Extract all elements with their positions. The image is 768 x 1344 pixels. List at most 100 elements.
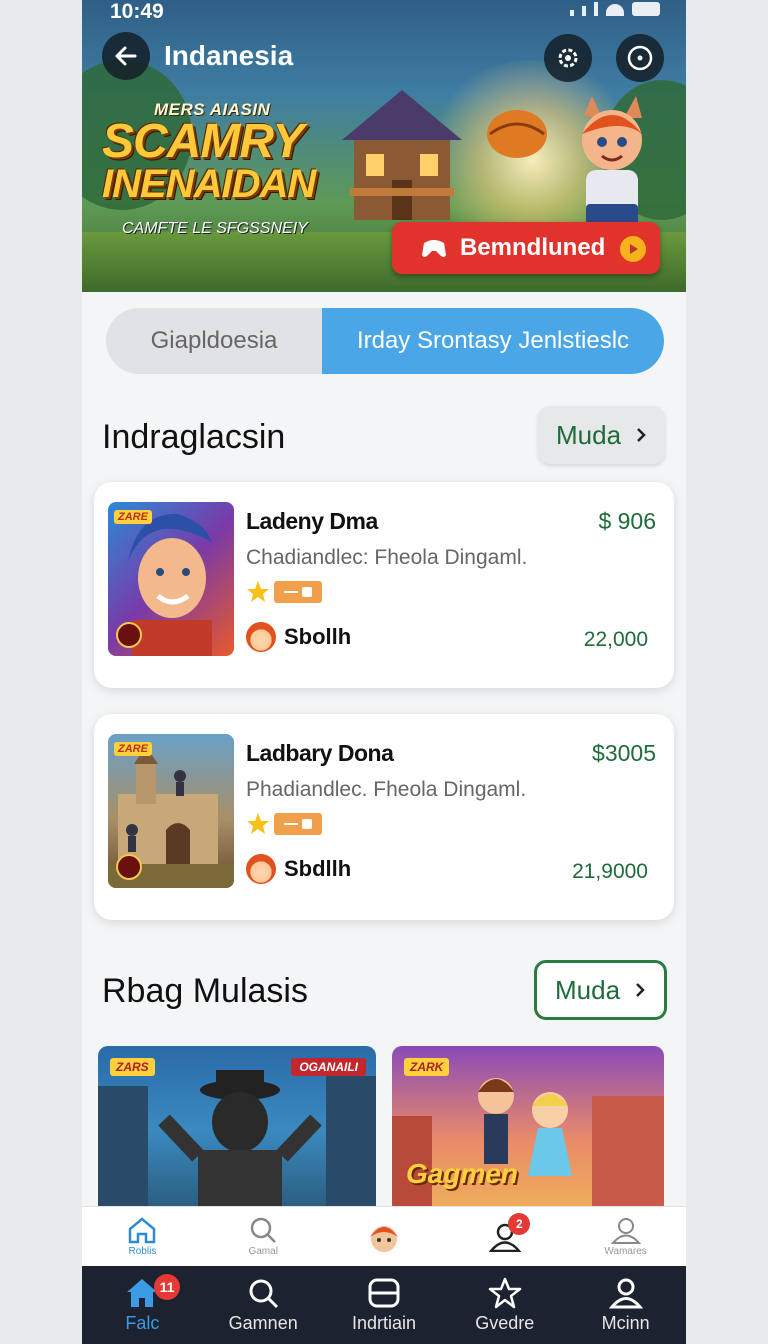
seller-name: Sbdllh: [284, 856, 352, 881]
battery-icon: [632, 2, 660, 16]
wifi-icon: [606, 4, 624, 16]
section-title: Indraglacsin: [102, 418, 286, 456]
nav-item-gamal[interactable]: Gamal: [203, 1207, 324, 1266]
nav-item-falc[interactable]: Falc 11: [82, 1266, 203, 1344]
page-title: Indanesia: [164, 40, 294, 71]
tab-giapldoesia[interactable]: Giapldoesia: [106, 308, 322, 374]
game-thumbnail: ZARE: [108, 734, 234, 888]
download-button-label: Bemndluned: [460, 234, 606, 261]
back-button[interactable]: [102, 32, 150, 80]
game-tag: ZARK: [404, 1058, 450, 1076]
logo-text: INENAIDAN: [102, 162, 316, 206]
signal-icon: [582, 6, 586, 16]
category-badge-icon: [274, 581, 322, 603]
avatar: [246, 622, 276, 652]
game-tag: ZARS: [110, 1058, 155, 1076]
nav-label: Indrtiain: [351, 1312, 417, 1333]
search-icon: [250, 1217, 277, 1243]
more-options-button[interactable]: [616, 34, 664, 82]
logo-text: SCAMRY: [102, 115, 304, 168]
nav-item-indrtiain[interactable]: Indrtiain: [324, 1266, 445, 1344]
star-icon: [488, 1277, 522, 1308]
nav-label: Gvedre: [475, 1312, 535, 1333]
status-icons: [570, 2, 660, 16]
avatar: [246, 854, 276, 884]
play-icon: [620, 236, 646, 262]
chevron-right-icon: [636, 983, 645, 997]
game-description: Phadiandlec. Fheola Dingaml.: [246, 778, 527, 801]
notification-badge: 2: [508, 1213, 531, 1235]
rating-badges: [246, 812, 322, 836]
rating-badges: [246, 580, 322, 604]
seller: Sbdllh: [246, 854, 351, 884]
download-count: 22,000: [583, 628, 648, 651]
logo-subtitle: CAMFTE LE SFGSSNEIY: [122, 220, 308, 237]
tab-irday-srontasy[interactable]: Irday Srontasy Jenlstieslc: [322, 308, 664, 374]
nav-label: Mcinn: [601, 1312, 650, 1333]
seller-name: Sbollh: [284, 624, 352, 649]
game-tile[interactable]: ZARK Gagmen: [392, 1046, 664, 1214]
seller: Sbollh: [246, 622, 351, 652]
more-button-label: Muda: [556, 419, 622, 450]
nav-label: Falc: [125, 1312, 160, 1333]
nav-label: Roblis: [128, 1246, 157, 1257]
game-name: Ladbary Dona: [246, 740, 394, 766]
game-title-art: Gagmen: [406, 1158, 519, 1189]
game-tag: OGANAILI: [291, 1058, 366, 1076]
nav-label: Wamares: [604, 1246, 647, 1257]
game-name: Ladeny Dma: [246, 508, 378, 534]
circle-dot-icon: [627, 45, 653, 71]
game-description: Chadiandlec: Fheola Dingaml.: [246, 546, 528, 569]
hero-banner[interactable]: 10:49 Indanesia MERS AIASIN SCAMRY INENA…: [82, 0, 686, 292]
phone-screen: 10:49 Indanesia MERS AIASIN SCAMRY INENA…: [82, 0, 686, 1344]
nav-item-friends[interactable]: 2: [444, 1207, 565, 1266]
nav-item-gvedre[interactable]: Gvedre: [444, 1266, 565, 1344]
notification-badge: 11: [154, 1274, 180, 1300]
nav-item-avatar[interactable]: [324, 1207, 445, 1266]
game-logo: MERS AIASIN SCAMRY INENAIDAN CAMFTE LE S…: [102, 100, 342, 238]
star-icon: [247, 581, 269, 602]
hero-character-illustration: [582, 96, 642, 232]
more-button[interactable]: Muda: [538, 406, 666, 464]
nav-item-wamares[interactable]: Wamares: [565, 1207, 686, 1266]
nav-label: Gamnen: [228, 1312, 298, 1333]
nav-item-mcinn[interactable]: Mcinn: [565, 1266, 686, 1344]
bottom-nav: Falc 11 Gamnen Indrtiain Gvedre Mcinn: [82, 1266, 686, 1344]
game-card[interactable]: ZARE Ladbary Dona $3005 Phadiandlec. Fhe…: [94, 714, 674, 920]
settings-button[interactable]: [544, 34, 592, 82]
chevron-right-icon: [637, 428, 646, 442]
gear-icon: [558, 48, 578, 68]
signal-icon: [594, 2, 598, 16]
avatar-icon: [369, 1225, 398, 1252]
category-badge-icon: [274, 813, 322, 835]
game-tag: ZARE: [114, 510, 152, 524]
game-tag: ZARE: [114, 742, 152, 756]
nav-label: Gamal: [248, 1246, 278, 1257]
hero-house-illustration: [342, 90, 462, 220]
nav-item-roblis[interactable]: Roblis: [82, 1207, 203, 1266]
download-button[interactable]: Bemndluned: [392, 222, 660, 274]
game-thumbnail: ZARE: [108, 502, 234, 656]
game-card[interactable]: ZARE Ladeny Dma $ 906 Chadiandlec: Fheol…: [94, 482, 674, 688]
game-price: $ 906: [598, 508, 656, 534]
search-icon: [249, 1279, 279, 1308]
coin-icon: [116, 622, 142, 648]
segmented-tabs: Giapldoesia Irday Srontasy Jenlstieslc: [106, 308, 664, 374]
hero-ball-illustration: [487, 110, 547, 158]
coin-icon: [116, 854, 142, 880]
game-tile[interactable]: ZARS OGANAILI: [98, 1046, 376, 1214]
home-icon: [129, 1217, 156, 1244]
profile-icon: [610, 1218, 641, 1244]
gamepad-icon: [422, 240, 446, 257]
signal-icon: [570, 10, 574, 16]
download-count: 21,9000: [572, 860, 648, 883]
status-time: 10:49: [110, 0, 164, 23]
nav-item-gamnen[interactable]: Gamnen: [203, 1266, 324, 1344]
arrow-left-icon: [115, 46, 137, 66]
more-button-label: Muda: [555, 974, 621, 1005]
profile-icon: [608, 1278, 643, 1308]
more-button[interactable]: Muda: [534, 960, 668, 1020]
section-title: Rbag Mulasis: [102, 972, 308, 1010]
secondary-nav: Roblis Gamal 2 Wamares: [82, 1206, 686, 1266]
game-price: $3005: [592, 740, 656, 766]
